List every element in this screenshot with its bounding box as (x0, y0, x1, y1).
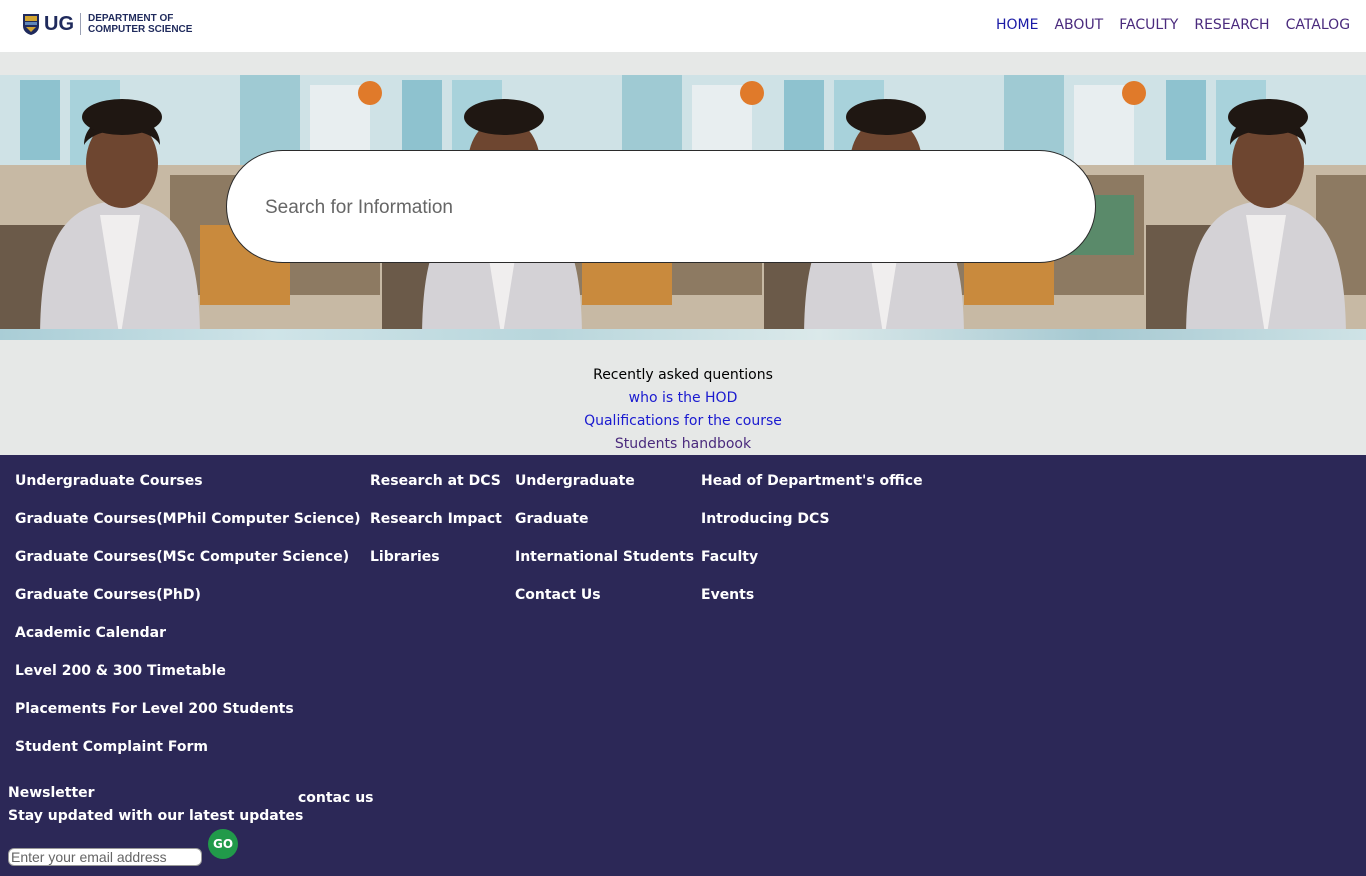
contact-us-link[interactable]: contac us (298, 790, 374, 806)
go-button[interactable]: GO (208, 829, 238, 859)
question-link[interactable]: Students handbook (0, 433, 1366, 456)
footer-link[interactable]: Placements For Level 200 Students (15, 699, 361, 719)
ug-logo[interactable]: UG DEPARTMENT OF COMPUTER SCIENCE (22, 10, 192, 38)
footer-link[interactable]: Academic Calendar (15, 623, 361, 643)
footer-link[interactable]: Graduate Courses(MSc Computer Science) (15, 547, 361, 567)
footer-column-courses: Undergraduate Courses Graduate Courses(M… (15, 471, 361, 775)
footer-link[interactable]: Graduate Courses(MPhil Computer Science) (15, 509, 361, 529)
dept-line-1: DEPARTMENT OF (88, 13, 174, 24)
hero-strip (0, 329, 1366, 340)
crest-icon (23, 14, 39, 35)
question-link[interactable]: who is the HOD (0, 387, 1366, 410)
nav-about[interactable]: ABOUT (1054, 17, 1103, 33)
footer-link[interactable]: International Students (515, 547, 694, 567)
footer-link[interactable]: Libraries (370, 547, 502, 567)
site-footer: Undergraduate Courses Graduate Courses(M… (0, 455, 1366, 876)
recent-questions-title: Recently asked quentions (593, 367, 773, 383)
footer-link[interactable]: Student Complaint Form (15, 737, 361, 757)
footer-link[interactable]: Undergraduate (515, 471, 694, 491)
footer-link[interactable]: Research Impact (370, 509, 502, 529)
footer-link[interactable]: Graduate Courses(PhD) (15, 585, 361, 605)
recent-questions: Recently asked quentions who is the HOD … (0, 364, 1366, 456)
newsletter-subtitle: Stay updated with our latest updates (8, 808, 304, 824)
email-field[interactable] (8, 848, 202, 866)
newsletter-title: Newsletter (8, 785, 95, 801)
footer-link[interactable]: Contact Us (515, 585, 694, 605)
search-box (226, 150, 1096, 263)
footer-column-admissions: Undergraduate Graduate International Stu… (515, 471, 694, 623)
footer-link[interactable]: Undergraduate Courses (15, 471, 361, 491)
hero-image (1146, 75, 1366, 340)
footer-link[interactable]: Events (701, 585, 923, 605)
logo-divider (80, 13, 81, 35)
footer-link[interactable]: Head of Department's office (701, 471, 923, 491)
question-link[interactable]: Qualifications for the course (0, 410, 1366, 433)
department-name: DEPARTMENT OF COMPUTER SCIENCE (88, 13, 192, 35)
site-header: UG DEPARTMENT OF COMPUTER SCIENCE HOME A… (0, 0, 1366, 52)
footer-column-about: Head of Department's office Introducing … (701, 471, 923, 623)
footer-link[interactable]: Research at DCS (370, 471, 502, 491)
footer-link[interactable]: Introducing DCS (701, 509, 923, 529)
nav-catalog[interactable]: CATALOG (1286, 17, 1350, 33)
nav-home[interactable]: HOME (996, 17, 1038, 33)
newsletter-section: Newsletter Stay updated with our latest … (8, 782, 303, 828)
dept-line-2: COMPUTER SCIENCE (88, 24, 193, 35)
footer-column-research: Research at DCS Research Impact Librarie… (370, 471, 502, 585)
nav-research[interactable]: RESEARCH (1194, 17, 1269, 33)
footer-link[interactable]: Level 200 & 300 Timetable (15, 661, 361, 681)
nav-faculty[interactable]: FACULTY (1119, 17, 1178, 33)
footer-link[interactable]: Graduate (515, 509, 694, 529)
search-input[interactable] (263, 187, 1047, 229)
main-nav: HOME ABOUT FACULTY RESEARCH CATALOG (996, 17, 1366, 33)
footer-link[interactable]: Faculty (701, 547, 923, 567)
logo-text: UG (44, 12, 74, 35)
